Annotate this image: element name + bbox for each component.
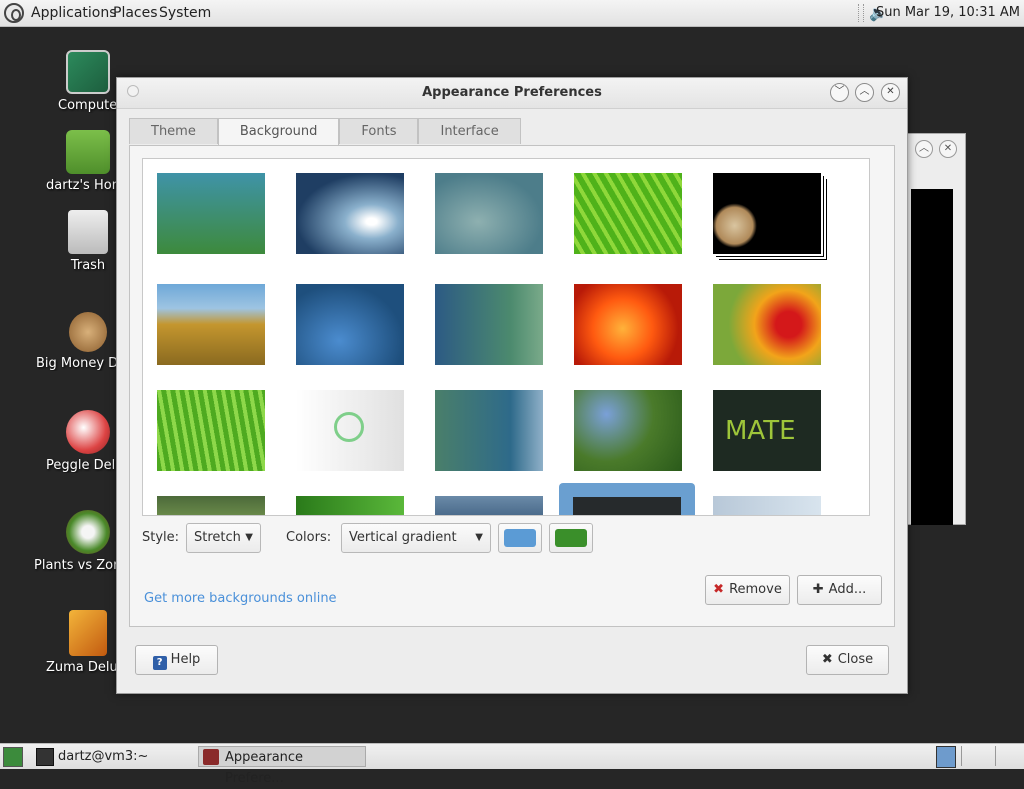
menu-places[interactable]: Places — [113, 5, 158, 21]
tab-fonts[interactable]: Fonts — [339, 118, 419, 144]
primary-color-swatch — [504, 529, 536, 547]
workspace-1[interactable] — [936, 746, 956, 768]
appearance-preferences-window: Appearance Preferences ﹀ ︿ ✕ Theme Backg… — [116, 77, 908, 694]
tab-theme[interactable]: Theme — [129, 118, 218, 144]
taskbar-item-appearance[interactable]: Appearance Prefere... — [198, 746, 366, 786]
close-label: Close — [837, 652, 874, 667]
wallpaper-thumbnail[interactable] — [574, 390, 682, 471]
background-terminal-window[interactable]: ︿ ✕ — [904, 133, 966, 525]
clock[interactable]: Sun Mar 19, 10:31 AM — [876, 5, 1020, 20]
colors-dropdown[interactable]: Vertical gradient ▼ — [341, 523, 491, 553]
taskbar-item-terminal[interactable]: dartz@vm3:~ — [32, 746, 216, 767]
style-label: Style: — [142, 530, 180, 545]
tab-interface[interactable]: Interface — [418, 118, 521, 144]
plants-icon — [66, 510, 110, 554]
secondary-color-button[interactable] — [549, 523, 593, 553]
taskbar-label: dartz@vm3:~ — [58, 749, 149, 764]
home-folder-icon — [66, 130, 110, 174]
window-title: Appearance Preferences — [422, 85, 602, 100]
remove-icon: ✖ — [713, 582, 725, 597]
help-button[interactable]: ? Help — [135, 645, 218, 675]
money-bag-icon — [69, 312, 107, 352]
background-panel: MATE ▲ ▼ Style: Stretch ▼ Colo — [129, 145, 895, 627]
wallpaper-thumbnail[interactable]: MATE — [713, 390, 821, 471]
show-desktop-icon[interactable] — [3, 747, 23, 767]
selected-wallpaper-thumbnail[interactable] — [559, 483, 695, 515]
wallpaper-preview — [573, 497, 681, 515]
wallpaper-thumbnail[interactable] — [435, 390, 543, 471]
mate-logo-icon — [334, 412, 364, 442]
close-icon[interactable]: ✕ — [939, 140, 957, 158]
tab-background[interactable]: Background — [217, 118, 340, 146]
wallpaper-grid[interactable]: MATE ▲ ▼ — [142, 158, 870, 516]
bottom-panel: dartz@vm3:~ Appearance Prefere... — [0, 743, 1024, 786]
more-backgrounds-link[interactable]: Get more backgrounds online — [144, 591, 337, 606]
close-button[interactable]: ✖ Close — [806, 645, 889, 675]
tab-bar: Theme Background Fonts Interface — [129, 118, 521, 146]
workspace-2[interactable] — [961, 746, 990, 766]
wallpaper-thumbnail[interactable] — [157, 173, 265, 254]
maximize-icon[interactable]: ︿ — [855, 83, 874, 102]
wallpaper-thumbnail[interactable] — [713, 173, 821, 254]
colors-value: Vertical gradient — [349, 530, 457, 545]
titlebar[interactable]: Appearance Preferences ﹀ ︿ ✕ — [117, 78, 907, 109]
remove-button[interactable]: ✖ Remove — [705, 575, 790, 605]
add-icon: ✚ — [812, 582, 824, 597]
taskbar-label: Appearance Prefere... — [225, 750, 304, 786]
colors-label: Colors: — [286, 530, 332, 545]
desktop-icon-label: Big Money Deluxe — [36, 356, 120, 371]
maximize-icon[interactable]: ︿ — [915, 140, 933, 158]
menu-applications[interactable]: Applications — [31, 5, 117, 21]
computer-icon — [66, 50, 110, 94]
wallpaper-thumbnail[interactable] — [296, 390, 404, 471]
panel-separator — [858, 4, 864, 22]
remove-label: Remove — [729, 582, 782, 597]
help-icon: ? — [152, 656, 167, 670]
wallpaper-thumbnail[interactable] — [296, 284, 404, 365]
terminal-content — [911, 189, 953, 525]
close-icon: ✖ — [821, 652, 833, 667]
trash-icon — [68, 210, 108, 254]
minimize-icon[interactable]: ﹀ — [830, 83, 849, 102]
wallpaper-thumbnail[interactable] — [157, 496, 265, 515]
style-value: Stretch — [194, 530, 241, 545]
vertical-scrollbar[interactable]: ▲ ▼ — [869, 159, 870, 515]
wallpaper-thumbnail[interactable] — [713, 496, 821, 515]
wallpaper-thumbnail[interactable] — [296, 496, 404, 515]
close-icon[interactable]: ✕ — [881, 83, 900, 102]
top-panel: Applications Places System 🔈 Sun Mar 19,… — [0, 0, 1024, 27]
appearance-icon — [203, 749, 219, 765]
style-dropdown[interactable]: Stretch ▼ — [186, 523, 261, 553]
primary-color-button[interactable] — [498, 523, 542, 553]
desktop-icon-label: Plants vs Zombies — [34, 558, 118, 573]
workspace-3[interactable] — [995, 746, 1024, 766]
wallpaper-thumbnail[interactable] — [157, 284, 265, 365]
dropdown-arrow-icon: ▼ — [475, 532, 483, 543]
desktop-icon-label: Computer — [58, 98, 118, 113]
wallpaper-thumbnail[interactable] — [296, 173, 404, 254]
wallpaper-thumbnail[interactable] — [435, 284, 543, 365]
mate-logo-icon[interactable] — [4, 3, 24, 23]
add-button[interactable]: ✚ Add... — [797, 575, 882, 605]
wallpaper-thumbnail[interactable] — [435, 173, 543, 254]
wallpaper-thumbnail[interactable] — [435, 496, 543, 515]
preferences-notebook: Theme Background Fonts Interface MATE St… — [129, 118, 895, 627]
wallpaper-thumbnail[interactable] — [574, 284, 682, 365]
wallpaper-thumbnail[interactable] — [713, 284, 821, 365]
mate-wordmark: MATE — [725, 416, 796, 446]
wallpaper-thumbnail[interactable] — [157, 390, 265, 471]
add-label: Add... — [828, 582, 867, 597]
menu-system[interactable]: System — [159, 5, 211, 21]
zuma-icon — [69, 610, 107, 656]
help-label: Help — [170, 652, 201, 667]
wallpaper-thumbnail[interactable] — [574, 173, 682, 254]
peggle-icon — [66, 410, 110, 454]
terminal-icon — [36, 748, 54, 766]
dropdown-arrow-icon: ▼ — [245, 532, 253, 543]
secondary-color-swatch — [555, 529, 587, 547]
